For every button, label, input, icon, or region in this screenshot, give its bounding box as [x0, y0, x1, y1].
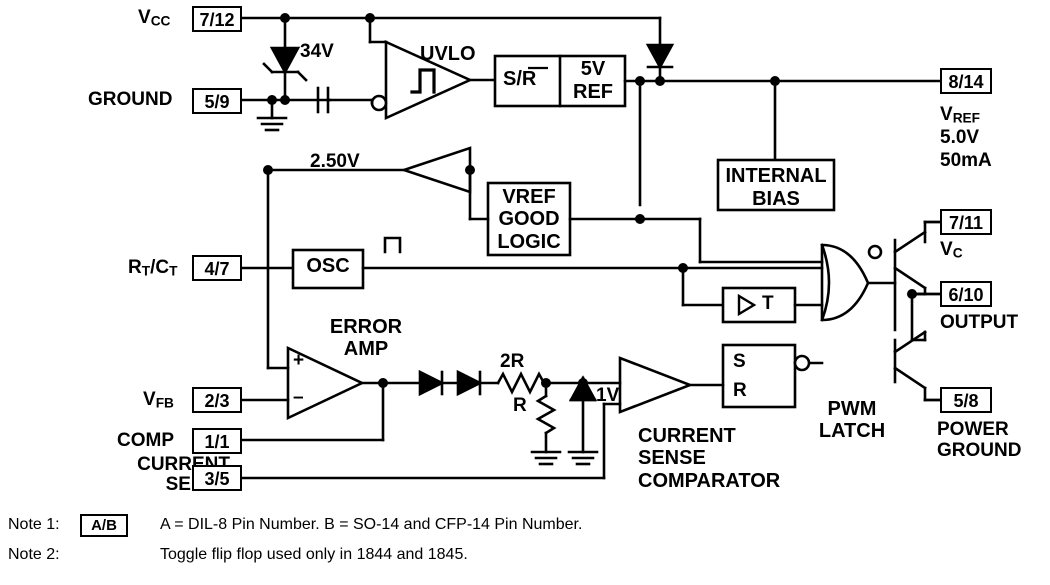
note-1-label: Note 1: — [8, 516, 60, 533]
error-amp-plus: + — [293, 350, 305, 371]
pin-ground[interactable]: 5/9 — [192, 88, 242, 114]
pin-vc[interactable]: 7/11 — [940, 209, 992, 235]
note-2-label: Note 2: — [8, 546, 60, 563]
note-1-text: A = DIL-8 Pin Number. B = SO-14 and CFP-… — [160, 516, 583, 533]
label-rtct: RT/CT — [128, 257, 178, 279]
pin-vfb[interactable]: 2/3 — [192, 387, 242, 413]
block-label-uvlo: UVLO — [420, 43, 476, 65]
block-label-internal-bias: INTERNAL BIAS — [725, 165, 827, 210]
pin-comp[interactable]: 1/1 — [192, 428, 242, 454]
note-pin-box: A/B — [80, 514, 128, 537]
note-2-text: Toggle flip flop used only in 1844 and 1… — [160, 546, 468, 563]
block-label-sr: S/R — [503, 68, 537, 90]
annotation-250v: 2.50V — [310, 151, 360, 172]
annotation-current-sense-comparator: CURRENT SENSE COMPARATOR — [638, 425, 781, 492]
block-diagram-root: VCC GROUND RT/CT VFB COMP CURRENT SENSE … — [0, 0, 1050, 585]
pin-vref-out[interactable]: 8/14 — [940, 68, 992, 94]
pin-vcc[interactable]: 7/12 — [192, 6, 242, 32]
annotation-output: OUTPUT — [940, 312, 1019, 333]
label-vfb: VFB — [143, 389, 174, 411]
annotation-2r: 2R — [500, 351, 525, 372]
pin-output[interactable]: 6/10 — [940, 281, 992, 307]
block-label-5v-ref: 5V REF — [573, 58, 613, 103]
block-label-latch-s: S — [733, 351, 746, 372]
block-label-error-amp: ERROR AMP — [329, 316, 403, 361]
annotation-vc: VC — [940, 239, 963, 261]
annotation-r: R — [513, 395, 527, 416]
block-label-toggle: T — [762, 293, 774, 314]
label-ground: GROUND — [88, 89, 173, 110]
error-amp-minus: – — [293, 387, 304, 408]
label-comp: COMP — [117, 430, 174, 451]
annotation-pwm-latch: PWM LATCH — [818, 398, 886, 443]
pin-power-ground[interactable]: 5/8 — [940, 387, 992, 413]
pin-rtct[interactable]: 4/7 — [192, 255, 242, 281]
pin-current-sense[interactable]: 3/5 — [192, 465, 242, 491]
block-label-latch-r: R — [733, 380, 747, 401]
annotation-zener-34v: 34V — [300, 41, 334, 62]
block-label-osc: OSC — [306, 255, 350, 277]
annotation-vref-spec: VREF 5.0V 50mA — [940, 104, 992, 171]
block-label-vref-good-logic: VREF GOOD LOGIC — [497, 186, 561, 253]
annotation-1v: 1V — [596, 385, 620, 406]
annotation-power-ground: POWER GROUND — [937, 419, 1022, 462]
label-vcc: VCC — [138, 7, 171, 29]
